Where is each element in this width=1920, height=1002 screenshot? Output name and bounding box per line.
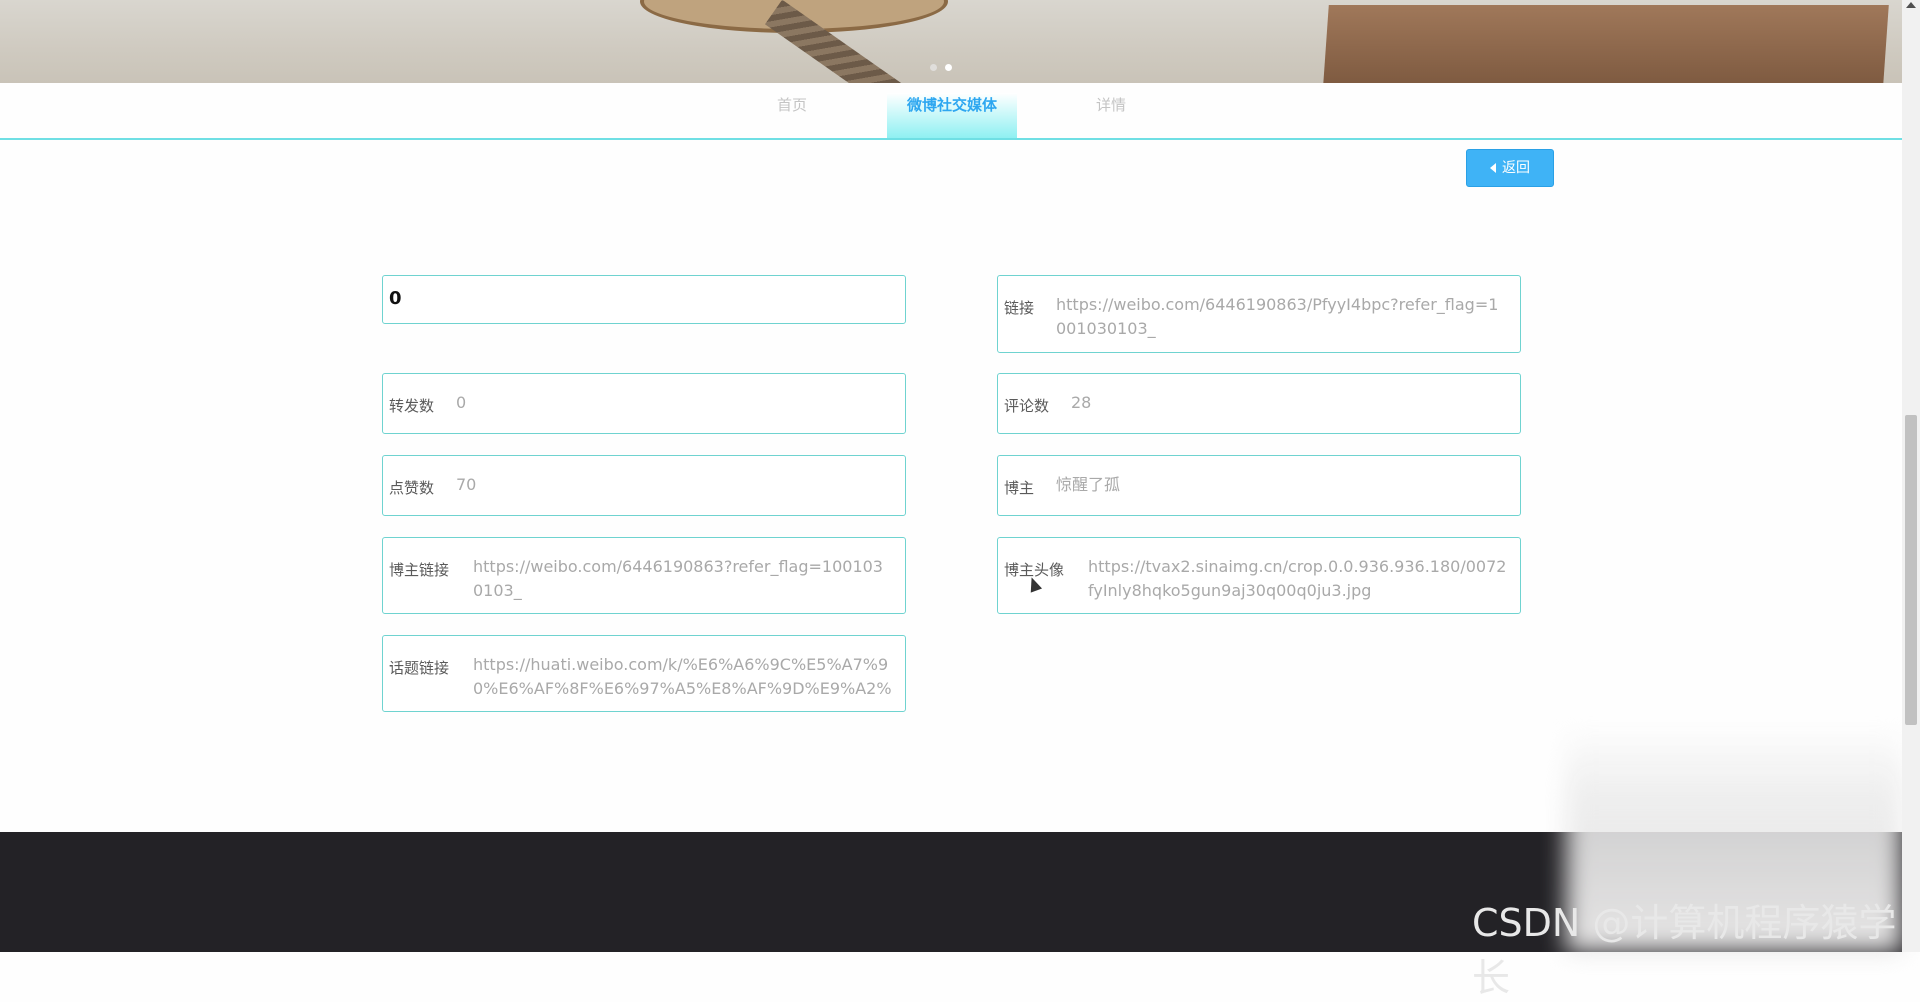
link-value: https://weibo.com/6446190863/PfyyI4bpc?r… xyxy=(1056,295,1499,338)
topic-link-field: 话题链接 https://huati.weibo.com/k/%E6%A6%9C… xyxy=(382,635,906,712)
comments-field: 评论数 28 xyxy=(997,373,1521,434)
watermark-text: CSDN @计算机程序猿学长 xyxy=(1472,901,1897,1000)
link-field: 链接 https://weibo.com/6446190863/PfyyI4bp… xyxy=(997,275,1521,353)
reposts-value: 0 xyxy=(456,393,467,412)
tab-home[interactable]: 首页 xyxy=(760,93,824,138)
blogger-link-value: https://weibo.com/6446190863?refer_flag=… xyxy=(473,557,883,600)
scrollbar-thumb[interactable] xyxy=(1905,415,1917,725)
blogger-link-label: 博主链接 xyxy=(389,561,450,579)
back-button[interactable]: 返回 xyxy=(1466,149,1554,187)
tab-weibo-social-media[interactable]: 微博社交媒体 xyxy=(887,93,1017,138)
back-button-label: 返回 xyxy=(1502,160,1530,176)
title-value: 0 xyxy=(389,288,402,309)
topic-link-value: https://huati.weibo.com/k/%E6%A6%9C%E5%A… xyxy=(473,655,892,698)
link-label: 链接 xyxy=(1004,299,1035,317)
scroll-up-arrow-icon[interactable] xyxy=(1906,2,1916,8)
reposts-label: 转发数 xyxy=(389,397,435,415)
banner-carousel xyxy=(0,0,1902,83)
comments-label: 评论数 xyxy=(1004,397,1050,415)
reposts-field: 转发数 0 xyxy=(382,373,906,434)
likes-field: 点赞数 70 xyxy=(382,455,906,516)
likes-label: 点赞数 xyxy=(389,479,435,497)
blogger-avatar-field: 博主头像 https://tvax2.sinaimg.cn/crop.0.0.9… xyxy=(997,537,1521,614)
main-nav: 首页 微博社交媒体 详情 xyxy=(0,83,1902,140)
blogger-link-field: 博主链接 https://weibo.com/6446190863?refer_… xyxy=(382,537,906,614)
caret-left-icon xyxy=(1490,163,1496,173)
page-scrollbar[interactable] xyxy=(1902,0,1920,952)
blogger-avatar-value: https://tvax2.sinaimg.cn/crop.0.0.936.93… xyxy=(1088,557,1507,600)
tab-details[interactable]: 详情 xyxy=(1079,93,1143,138)
topic-link-label: 话题链接 xyxy=(389,659,450,677)
title-field: 0 xyxy=(382,275,906,324)
carousel-dot-active[interactable] xyxy=(945,64,952,71)
blogger-field: 博主 惊醒了孤 xyxy=(997,455,1521,516)
likes-value: 70 xyxy=(456,475,477,494)
carousel-dot[interactable] xyxy=(930,64,937,71)
blogger-value: 惊醒了孤 xyxy=(1056,475,1121,494)
carousel-indicators xyxy=(930,64,952,71)
comments-value: 28 xyxy=(1071,393,1092,412)
blogger-label: 博主 xyxy=(1004,479,1035,497)
banner-image-deck xyxy=(1323,5,1889,83)
